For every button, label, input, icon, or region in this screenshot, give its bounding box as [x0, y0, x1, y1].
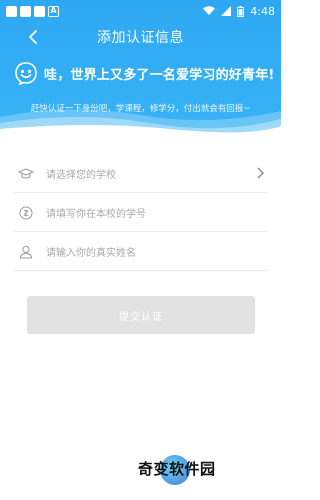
- coin-icon: [18, 205, 34, 221]
- nav-bar: 添加认证信息: [0, 24, 281, 50]
- header-banner: A 4:48 添加认证信息 哇，世界上又多了一名爱学习的好青年! 赶快认证一下身…: [0, 0, 281, 135]
- notification-icon: [34, 5, 45, 17]
- submit-button[interactable]: 提交认证: [27, 296, 255, 334]
- status-notifications: A: [6, 5, 59, 17]
- banner-headline: 哇，世界上又多了一名爱学习的好青年!: [44, 67, 275, 83]
- battery-icon: [237, 5, 245, 17]
- status-indicators: 4:48: [203, 5, 275, 18]
- real-name-field[interactable]: 请输入你的真实姓名: [14, 233, 267, 271]
- watermark-text: 奇变软件园: [138, 460, 216, 478]
- app-badge-icon: A: [48, 5, 59, 17]
- chevron-right-icon: [257, 167, 264, 179]
- notification-icon: [20, 5, 31, 17]
- graduation-cap-icon: [18, 166, 34, 182]
- status-bar: A 4:48: [0, 0, 281, 22]
- person-icon: [18, 244, 34, 260]
- real-name-placeholder: 请输入你的真实姓名: [46, 248, 136, 259]
- wave-decoration: [0, 109, 281, 135]
- banner-headline-row: 哇，世界上又多了一名爱学习的好青年!: [14, 60, 275, 86]
- student-id-placeholder: 请填写你在本校的学号: [46, 209, 146, 220]
- school-select[interactable]: 请选择您的学校: [14, 155, 267, 193]
- wifi-icon: [203, 6, 216, 15]
- signal-icon: [221, 6, 232, 16]
- watermark: 奇变软件园: [138, 455, 216, 485]
- happy-face-icon: [15, 62, 37, 85]
- page-title: 添加认证信息: [97, 30, 184, 46]
- notification-icon: [6, 5, 17, 17]
- school-placeholder: 请选择您的学校: [46, 170, 116, 181]
- student-id-field[interactable]: 请填写你在本校的学号: [14, 194, 267, 232]
- clock: 4:48: [250, 4, 275, 18]
